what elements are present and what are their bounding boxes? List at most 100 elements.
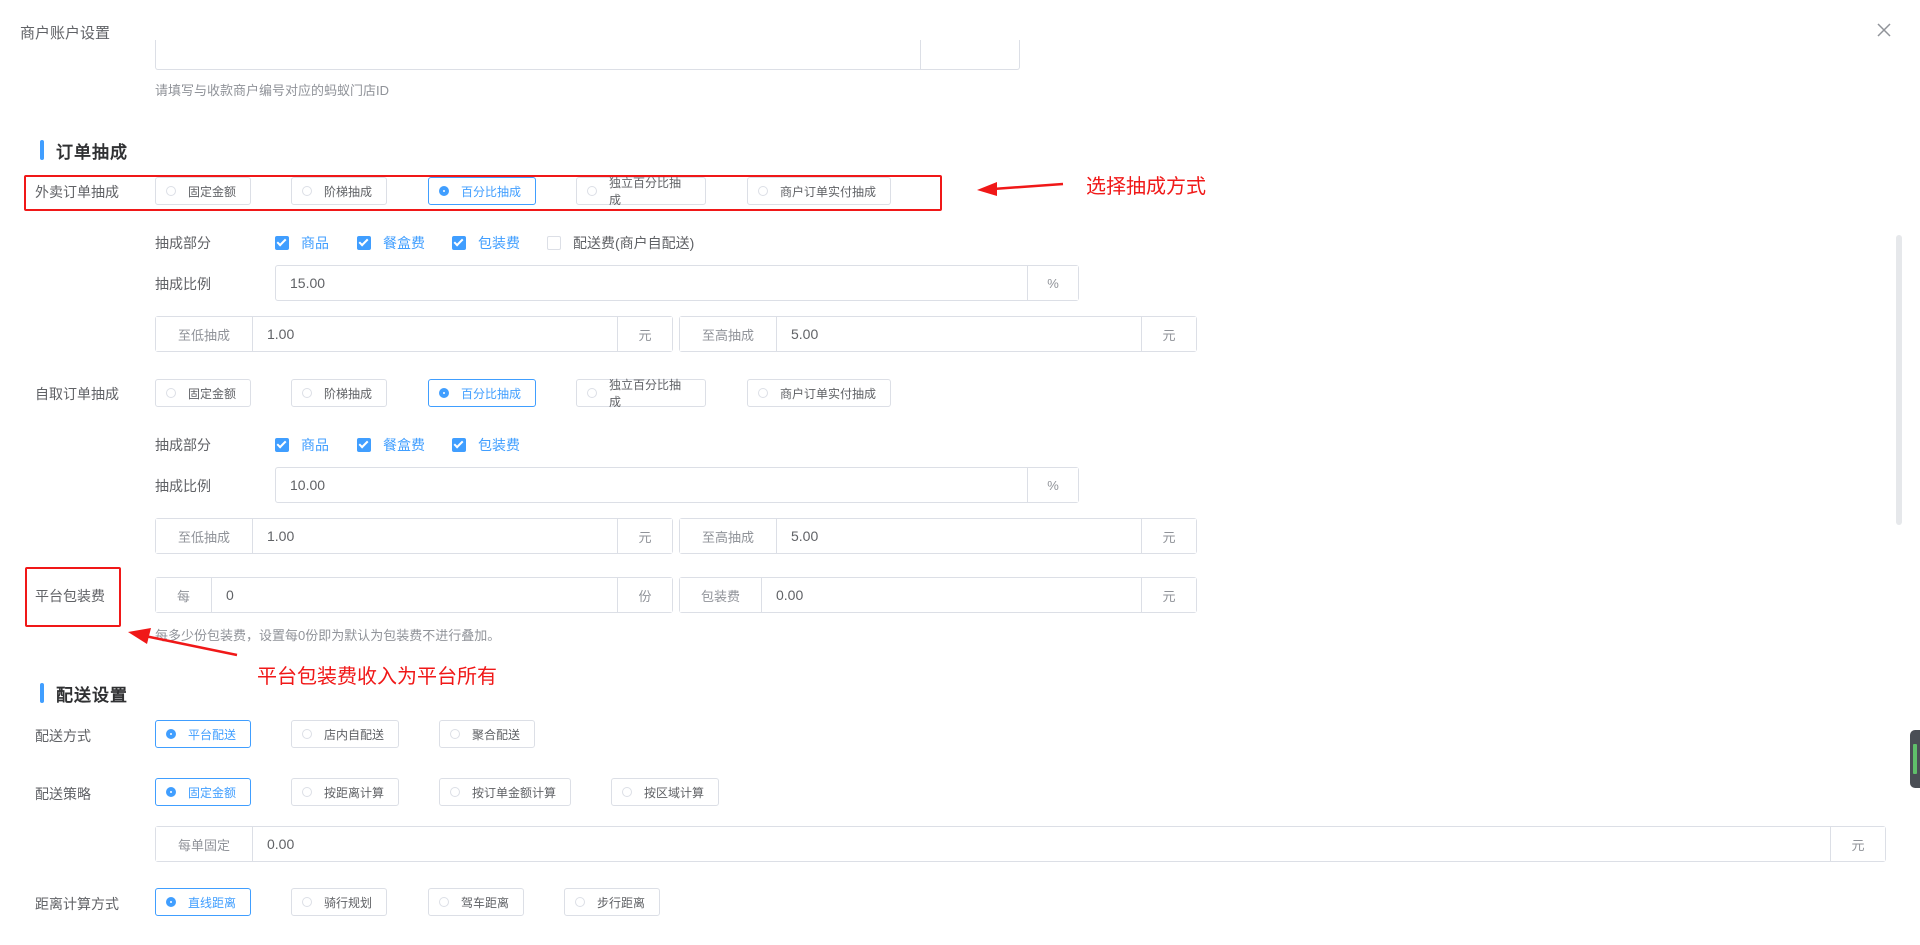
portion-unit: 份 xyxy=(617,578,672,612)
yuan-unit: 元 xyxy=(617,317,672,351)
pickup-ratio-input[interactable] xyxy=(276,468,1027,502)
pickup-min-field: 至低抽成 元 xyxy=(155,518,673,554)
close-icon[interactable] xyxy=(1876,22,1896,42)
delivery-ratio-label: 抽成比例 xyxy=(155,276,211,292)
radio-dot-icon xyxy=(166,897,176,907)
delivery-min-field: 至低抽成 元 xyxy=(155,316,673,352)
section-accent-bar xyxy=(40,683,44,703)
delivery-part-packaging-fee[interactable]: 包装费 xyxy=(452,233,520,253)
pickup-option-independent-percent[interactable]: 独立百分比抽成 xyxy=(576,378,706,409)
pickup-ratio-label: 抽成比例 xyxy=(155,478,211,494)
store-id-input-remnant[interactable] xyxy=(155,40,1020,70)
checkbox-checked-icon xyxy=(357,236,371,250)
distance-option-walking[interactable]: 步行距离 xyxy=(564,888,660,916)
delivery-ratio-input[interactable] xyxy=(276,266,1027,300)
delivery-option-fixed[interactable]: 固定金额 xyxy=(155,177,251,205)
radio-dot-icon xyxy=(302,388,312,398)
delivery-method-label: 配送方式 xyxy=(35,728,91,744)
pickup-ratio-field: % xyxy=(275,467,1079,503)
section-title: 订单抽成 xyxy=(56,142,128,162)
max-label: 至高抽成 xyxy=(680,519,777,553)
radio-dot-icon xyxy=(302,186,312,196)
side-panel-handle-icon[interactable] xyxy=(1910,730,1920,788)
radio-dot-icon xyxy=(166,186,176,196)
fixed-label: 每单固定 xyxy=(156,827,253,861)
max-label: 至高抽成 xyxy=(680,317,777,351)
store-id-hint: 请填写与收款商户编号对应的蚂蚁门店ID xyxy=(155,83,390,98)
delivery-option-tiered[interactable]: 阶梯抽成 xyxy=(291,177,387,205)
pickup-part-packaging-fee[interactable]: 包装费 xyxy=(452,435,520,455)
pickup-option-fixed[interactable]: 固定金额 xyxy=(155,379,251,407)
radio-dot-icon xyxy=(302,787,312,797)
pickup-min-input[interactable] xyxy=(253,519,617,553)
radio-dot-icon xyxy=(622,787,632,797)
yuan-unit: 元 xyxy=(1141,519,1196,553)
yuan-unit: 元 xyxy=(1830,827,1885,861)
radio-dot-icon xyxy=(450,787,460,797)
percent-unit: % xyxy=(1027,266,1078,300)
radio-dot-icon xyxy=(575,897,585,907)
dialog-title: 商户账户设置 xyxy=(20,25,111,42)
scrollbar[interactable] xyxy=(1896,235,1902,525)
delivery-option-percent[interactable]: 百分比抽成 xyxy=(428,177,536,205)
packaging-per-input[interactable] xyxy=(212,578,617,612)
delivery-min-input[interactable] xyxy=(253,317,617,351)
strategy-option-area[interactable]: 按区域计算 xyxy=(611,778,719,806)
packaging-per-field: 每 份 xyxy=(155,577,673,613)
radio-dot-icon xyxy=(302,897,312,907)
distance-option-driving[interactable]: 驾车距离 xyxy=(428,888,524,916)
radio-dot-icon xyxy=(450,729,460,739)
annotation-choose-method: 选择抽成方式 xyxy=(1086,176,1206,198)
pickup-max-input[interactable] xyxy=(777,519,1141,553)
fixed-per-order-input[interactable] xyxy=(253,827,1830,861)
distance-option-cycling[interactable]: 骑行规划 xyxy=(291,888,387,916)
yuan-unit: 元 xyxy=(617,519,672,553)
delivery-max-field: 至高抽成 元 xyxy=(679,316,1197,352)
packaging-fee-input[interactable] xyxy=(762,578,1141,612)
delivery-option-merchant-paid[interactable]: 商户订单实付抽成 xyxy=(747,177,891,205)
pickup-option-tiered[interactable]: 阶梯抽成 xyxy=(291,379,387,407)
pickup-part-box-fee[interactable]: 餐盒费 xyxy=(357,435,425,455)
checkbox-checked-icon xyxy=(452,438,466,452)
fixed-per-order-field: 每单固定 元 xyxy=(155,826,1886,862)
delivery-part-box-fee[interactable]: 餐盒费 xyxy=(357,233,425,253)
yuan-unit: 元 xyxy=(1141,317,1196,351)
delivery-part-delivery-fee[interactable]: 配送费(商户自配送) xyxy=(547,233,694,253)
pickup-option-percent[interactable]: 百分比抽成 xyxy=(428,379,536,407)
delivery-strategy-label: 配送策略 xyxy=(35,786,91,802)
packaging-fee-field: 包装费 元 xyxy=(679,577,1197,613)
method-option-aggregate[interactable]: 聚合配送 xyxy=(439,720,535,748)
delivery-part-goods[interactable]: 商品 xyxy=(275,233,329,253)
method-option-platform[interactable]: 平台配送 xyxy=(155,720,251,748)
radio-dot-icon xyxy=(439,897,449,907)
delivery-option-independent-percent[interactable]: 独立百分比抽成 xyxy=(576,176,706,207)
pickup-option-merchant-paid[interactable]: 商户订单实付抽成 xyxy=(747,379,891,407)
radio-dot-icon xyxy=(439,186,449,196)
packaging-fee-label: 平台包装费 xyxy=(35,588,105,604)
strategy-option-order-amount[interactable]: 按订单金额计算 xyxy=(439,778,571,806)
pickup-part-goods[interactable]: 商品 xyxy=(275,435,329,455)
checkbox-checked-icon xyxy=(357,438,371,452)
checkbox-checked-icon xyxy=(275,236,289,250)
section-title: 配送设置 xyxy=(56,685,128,705)
pickup-parts-label: 抽成部分 xyxy=(155,437,211,453)
delivery-commission-label: 外卖订单抽成 xyxy=(35,184,119,200)
per-label: 每 xyxy=(156,578,212,612)
yuan-unit: 元 xyxy=(1141,578,1196,612)
strategy-option-fixed[interactable]: 固定金额 xyxy=(155,778,251,806)
min-label: 至低抽成 xyxy=(156,317,253,351)
radio-dot-icon xyxy=(302,729,312,739)
annotation-arrow-packaging xyxy=(128,628,238,657)
section-order-commission: 订单抽成 xyxy=(40,140,128,162)
section-delivery-settings: 配送设置 xyxy=(40,683,128,705)
distance-option-straight[interactable]: 直线距离 xyxy=(155,888,251,916)
checkbox-unchecked-icon xyxy=(547,236,561,250)
radio-dot-icon xyxy=(166,388,176,398)
method-option-self[interactable]: 店内自配送 xyxy=(291,720,399,748)
distance-method-label: 距离计算方式 xyxy=(35,896,119,912)
radio-dot-icon xyxy=(439,388,449,398)
radio-dot-icon xyxy=(587,186,597,196)
strategy-option-distance[interactable]: 按距离计算 xyxy=(291,778,399,806)
delivery-max-input[interactable] xyxy=(777,317,1141,351)
radio-dot-icon xyxy=(166,787,176,797)
